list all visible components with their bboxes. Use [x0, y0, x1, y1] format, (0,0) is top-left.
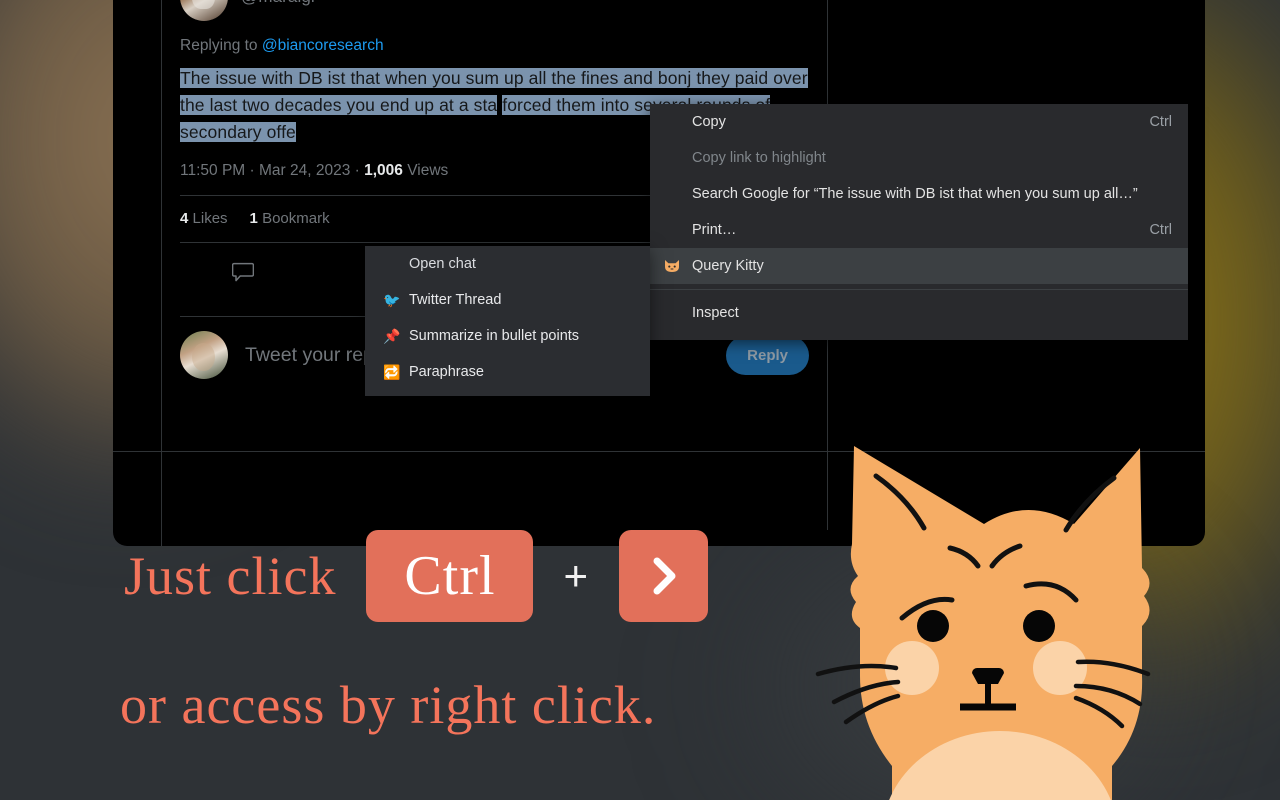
submenu-item-paraphrase[interactable]: 🔁 Paraphrase	[365, 354, 650, 390]
context-menu-item-inspect[interactable]: Inspect	[650, 295, 1188, 331]
pushpin-icon: 📌	[383, 328, 401, 344]
bird-icon: 🐦	[383, 292, 401, 308]
context-menu-item-query-kitty-label: Query Kitty	[692, 258, 764, 274]
context-menu-item-print[interactable]: Print… Ctrl	[650, 212, 1188, 248]
caption-line-1-text: Just click	[124, 546, 337, 606]
context-menu-item-copy-link-to-highlight: Copy link to highlight	[650, 140, 1188, 176]
likes-label: Likes	[192, 210, 228, 227]
likes-count: 4	[180, 210, 189, 227]
cat-mascot-illustration	[812, 436, 1162, 800]
context-menu-item-inspect-label: Inspect	[692, 305, 739, 321]
submenu-item-twitter-thread[interactable]: 🐦 Twitter Thread	[365, 282, 650, 318]
bookmarks-label: Bookmark	[262, 210, 330, 227]
bookmarks-count: 1	[249, 210, 258, 227]
context-menu-item-print-accel: Ctrl	[1149, 222, 1172, 238]
context-menu-item-print-label: Print…	[692, 222, 737, 238]
context-menu[interactable]: Copy Ctrl Copy link to highlight Search …	[650, 104, 1188, 340]
context-menu-item-copy-label: Copy	[692, 114, 726, 130]
tweet-views-count: 1,006	[364, 162, 403, 179]
tweet-timestamp: 11:50 PM	[180, 162, 246, 179]
submenu-item-summarize-label: Summarize in bullet points	[409, 328, 580, 344]
context-menu-separator	[650, 289, 1188, 290]
context-menu-item-copy-link-to-highlight-label: Copy link to highlight	[692, 150, 826, 166]
bookmarks-stat[interactable]: 1 Bookmark	[250, 210, 330, 227]
reply-button[interactable]: Reply	[726, 335, 809, 375]
cat-icon	[662, 256, 682, 276]
plus-sign: +	[563, 552, 590, 599]
comment-bubble-icon[interactable]	[231, 262, 255, 282]
submenu-item-open-chat-label: Open chat	[409, 256, 476, 272]
key-ctrl: Ctrl	[366, 530, 534, 622]
likes-stat[interactable]: 4 Likes	[180, 210, 228, 227]
submenu-item-paraphrase-label: Paraphrase	[409, 364, 484, 380]
submenu-item-summarize[interactable]: 📌 Summarize in bullet points	[365, 318, 650, 354]
submenu-item-open-chat[interactable]: Open chat	[365, 246, 650, 282]
chevron-right-icon	[619, 530, 709, 622]
author-handle[interactable]: @maralgr	[241, 0, 317, 7]
replying-to-mention[interactable]: @biancoresearch	[262, 37, 384, 54]
context-menu-item-copy-accel: Ctrl	[1149, 114, 1172, 130]
repeat-icon: 🔁	[383, 364, 401, 380]
tweet-author-row[interactable]: @maralgr	[162, 0, 827, 21]
submenu-item-twitter-thread-label: Twitter Thread	[409, 292, 502, 308]
reply-avatar[interactable]	[180, 331, 228, 379]
tweet-date: Mar 24, 2023	[258, 162, 351, 179]
context-menu-item-query-kitty[interactable]: Query Kitty	[650, 248, 1188, 284]
replying-to-label: Replying to	[180, 37, 262, 54]
context-menu-item-search-google-label: Search Google for “The issue with DB ist…	[692, 186, 1138, 202]
context-menu-item-copy[interactable]: Copy Ctrl	[650, 104, 1188, 140]
context-menu-item-search-google[interactable]: Search Google for “The issue with DB ist…	[650, 176, 1188, 212]
tweet-views-label: Views	[407, 162, 449, 179]
avatar[interactable]	[180, 0, 228, 21]
query-kitty-submenu[interactable]: Open chat 🐦 Twitter Thread 📌 Summarize i…	[365, 246, 650, 396]
replying-to-line: Replying to @biancoresearch	[162, 37, 827, 55]
